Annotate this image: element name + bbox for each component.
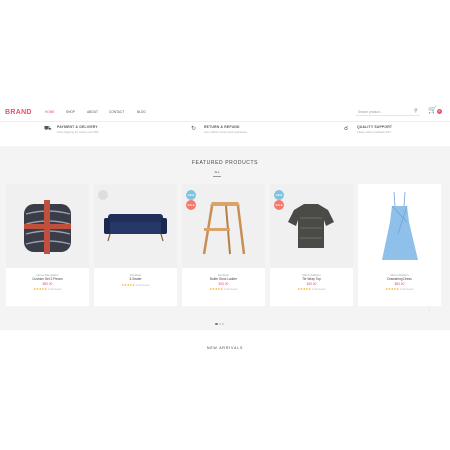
- nav-home[interactable]: HOME: [45, 110, 55, 114]
- feature-subtitle-return: Free 100% money back guarantee: [204, 130, 247, 134]
- feature-title-return: RETURN & REFUND: [204, 125, 240, 129]
- product-card[interactable]: Men's Fashion Drawstring Dress $84.00 ★★…: [358, 184, 441, 306]
- carousel-dot[interactable]: [222, 323, 224, 325]
- header-divider: [0, 121, 450, 122]
- product-reviews: 0 Reviews: [47, 287, 62, 291]
- truck-icon: ⛟: [44, 126, 52, 132]
- nav-blog[interactable]: BLOG: [137, 110, 146, 114]
- new-arrivals-heading: NEW ARRIVALS: [206, 346, 244, 350]
- feature-subtitle-payment: Free shipping for orders over $50: [57, 130, 99, 134]
- filter-underline: [213, 176, 221, 177]
- carousel-dots[interactable]: [215, 312, 225, 330]
- product-name[interactable]: 3-Seater: [94, 277, 177, 281]
- product-price: $45.00: [306, 282, 317, 286]
- carousel-dot-active[interactable]: [215, 323, 218, 325]
- filter-tab-all[interactable]: ALL: [212, 170, 222, 174]
- product-image[interactable]: [358, 184, 441, 268]
- product-rating: ★★★★★ 0 Reviews: [121, 283, 150, 287]
- scroll-top-icon[interactable]: ↑: [428, 307, 430, 312]
- cart-count-badge: 0: [437, 109, 442, 114]
- carousel-dot[interactable]: [219, 323, 221, 325]
- product-price: $84.00: [394, 282, 405, 286]
- sale-badge: SALE: [274, 200, 284, 210]
- product-image[interactable]: [6, 184, 89, 268]
- product-reviews: 0 Reviews: [223, 287, 238, 291]
- brand-logo[interactable]: BRAND: [5, 109, 32, 116]
- search-icon[interactable]: ⚲: [414, 108, 418, 114]
- nav-about[interactable]: ABOUT: [87, 110, 98, 114]
- feature-title-payment: PAYMENT & DELIVERY: [57, 125, 98, 129]
- search-placeholder: Search product...: [358, 110, 383, 114]
- new-badge: NEW: [186, 190, 196, 200]
- product-price: $25.00: [218, 282, 229, 286]
- product-card[interactable]: Furniture 3-Seater ★★★★★ 0 Reviews: [94, 184, 177, 306]
- feature-subtitle-support: Alway online feedback 24/7: [357, 130, 392, 134]
- feature-title-support: QUALITY SUPPORT: [357, 125, 393, 129]
- headset-icon: ☌: [344, 126, 349, 132]
- product-price: $89.00: [42, 282, 53, 286]
- product-reviews: 0 Reviews: [399, 287, 414, 291]
- product-name[interactable]: Drawstring Dress: [358, 277, 441, 281]
- product-card[interactable]: Home Decoration Cushion Set 3 Pieces $89…: [6, 184, 89, 306]
- product-reviews: 0 Reviews: [135, 283, 150, 287]
- product-rating: ★★★★★ 0 Reviews: [297, 287, 326, 291]
- product-name[interactable]: Tie Wrap Top: [270, 277, 353, 281]
- nav-contact[interactable]: CONTACT: [109, 110, 124, 114]
- nav-shop[interactable]: SHOP: [66, 110, 75, 114]
- new-badge: NEW: [274, 190, 284, 200]
- section-title: FEATURED PRODUCTS: [191, 160, 259, 166]
- sale-badge: SALE: [186, 200, 196, 210]
- refresh-icon: ↻: [191, 126, 197, 132]
- cart-icon[interactable]: 🛒: [428, 106, 437, 114]
- product-card[interactable]: NEW SALE Furniture Butler Stool Ladder $…: [182, 184, 265, 306]
- product-reviews: 0 Reviews: [311, 287, 326, 291]
- product-rating: ★★★★★ 0 Reviews: [33, 287, 62, 291]
- product-card[interactable]: NEW SALE Men's Fashion Tie Wrap Top $45.…: [270, 184, 353, 306]
- product-name[interactable]: Cushion Set 3 Pieces: [6, 277, 89, 281]
- product-name[interactable]: Butler Stool Ladder: [182, 277, 265, 281]
- product-badge: [98, 190, 108, 200]
- product-rating: ★★★★★ 0 Reviews: [385, 287, 414, 291]
- product-rating: ★★★★★ 0 Reviews: [209, 287, 238, 291]
